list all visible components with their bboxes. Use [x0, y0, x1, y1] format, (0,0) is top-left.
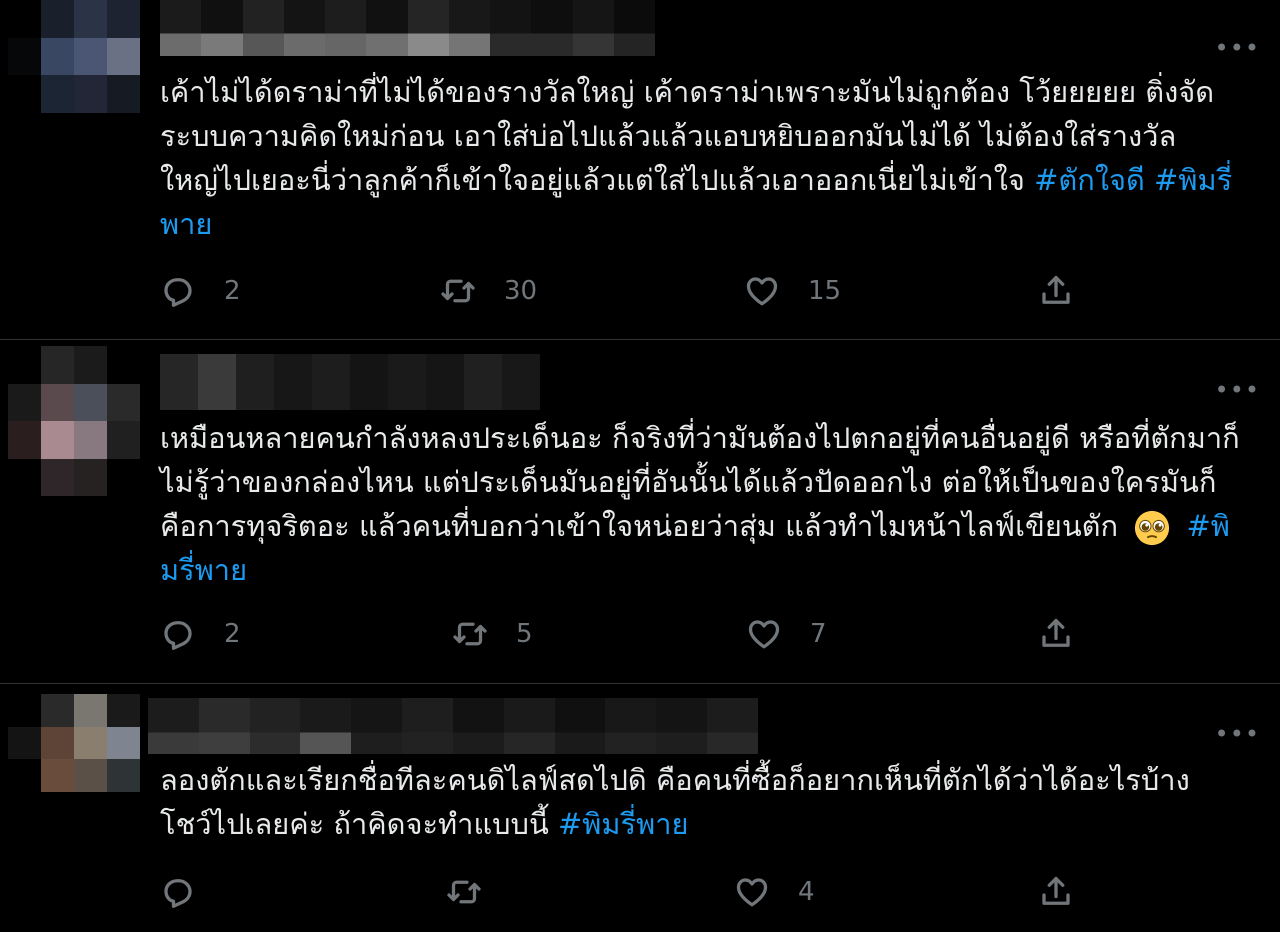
retweet-icon	[453, 622, 487, 646]
reply-icon	[164, 879, 192, 908]
pleading-face-emoji	[1135, 510, 1170, 546]
share-button[interactable]	[1038, 271, 1074, 311]
like-button[interactable]: 7	[746, 614, 827, 654]
share-button[interactable]	[1038, 614, 1074, 654]
avatar[interactable]	[8, 0, 140, 150]
username-blurred[interactable]	[148, 698, 758, 754]
avatar[interactable]	[8, 694, 140, 824]
reply-icon	[164, 278, 192, 307]
more-icon[interactable]: •••	[1215, 722, 1260, 746]
retweet-count: 5	[516, 619, 533, 649]
username-blurred[interactable]	[160, 0, 655, 56]
tweet-text: เค้าไม่ได้ดราม่าที่ไม่ได้ของรางวัลใหญ่ เ…	[160, 75, 1233, 241]
hashtag-link[interactable]: #พิมรี่พาย	[558, 807, 689, 841]
reply-button[interactable]	[160, 872, 224, 912]
like-count: 7	[810, 619, 827, 649]
avatar[interactable]	[8, 346, 140, 496]
retweet-button[interactable]	[446, 872, 510, 912]
hashtag-link[interactable]: #ตักใจดี	[1034, 163, 1145, 197]
reply-icon	[164, 621, 192, 650]
share-button[interactable]	[1038, 872, 1074, 912]
share-icon	[1042, 275, 1070, 304]
reply-button[interactable]: 2	[160, 271, 241, 311]
retweet-button[interactable]: 5	[452, 614, 533, 654]
tweet-text: เหมือนหลายคนกำลังหลงประเด็นอะ ก็จริงที่ว…	[160, 421, 1240, 587]
like-count: 15	[808, 276, 842, 306]
more-icon[interactable]: •••	[1215, 378, 1260, 402]
like-button[interactable]: 4	[734, 872, 815, 912]
reply-count: 2	[224, 619, 241, 649]
reply-count: 2	[224, 276, 241, 306]
retweet-button[interactable]: 30	[440, 271, 537, 311]
tweet-3[interactable]: ••• ลองตักและเรียกชื่อทีละคนดิไลฟ์สดไปดิ…	[0, 684, 1280, 932]
tweet-text: ลองตักและเรียกชื่อทีละคนดิไลฟ์สดไปดิ คือ…	[160, 763, 1190, 841]
more-icon[interactable]: •••	[1215, 36, 1260, 60]
like-icon	[746, 277, 778, 306]
tweet-1[interactable]: ••• เค้าไม่ได้ดราม่าที่ไม่ได้ของรางวัลให…	[0, 0, 1280, 340]
like-count: 4	[798, 877, 815, 907]
share-icon	[1042, 618, 1070, 647]
tweet-2[interactable]: ••• เหมือนหลายคนกำลังหลงประเด็นอะ ก็จริง…	[0, 340, 1280, 684]
like-icon	[748, 620, 780, 649]
reply-button[interactable]: 2	[160, 614, 241, 654]
retweet-count: 30	[504, 276, 538, 306]
share-icon	[1042, 876, 1070, 905]
username-blurred[interactable]	[160, 354, 540, 410]
like-button[interactable]: 15	[744, 271, 841, 311]
retweet-icon	[447, 880, 481, 904]
like-icon	[736, 878, 768, 907]
retweet-icon	[441, 279, 475, 303]
